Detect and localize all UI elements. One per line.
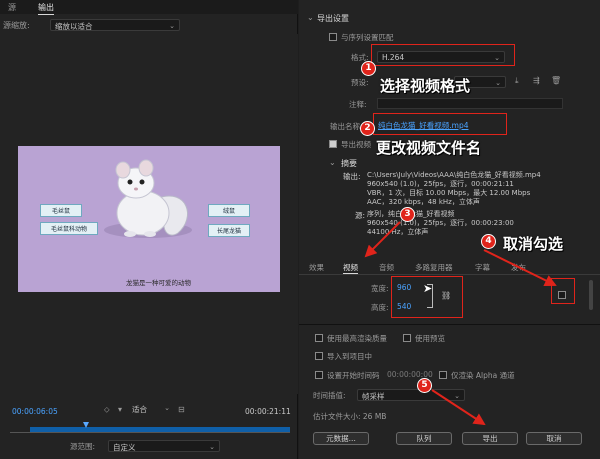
arrow-to-export <box>431 389 486 426</box>
annotation-text: 取消勾选 <box>503 235 564 253</box>
arrow-to-checkbox <box>483 249 557 286</box>
annotation-number: 1 <box>361 61 376 76</box>
arrow-to-video-tab <box>364 221 401 258</box>
annotation-number: 4 <box>481 234 496 249</box>
annotation-text: 更改视频文件名 <box>376 139 482 157</box>
annotation-number: 5 <box>417 378 432 393</box>
annotation-number: 3 <box>400 207 415 222</box>
annotation-number: 2 <box>360 121 375 136</box>
annotation-arrows <box>364 221 557 426</box>
annotation-text: 选择视频格式 <box>380 77 471 95</box>
